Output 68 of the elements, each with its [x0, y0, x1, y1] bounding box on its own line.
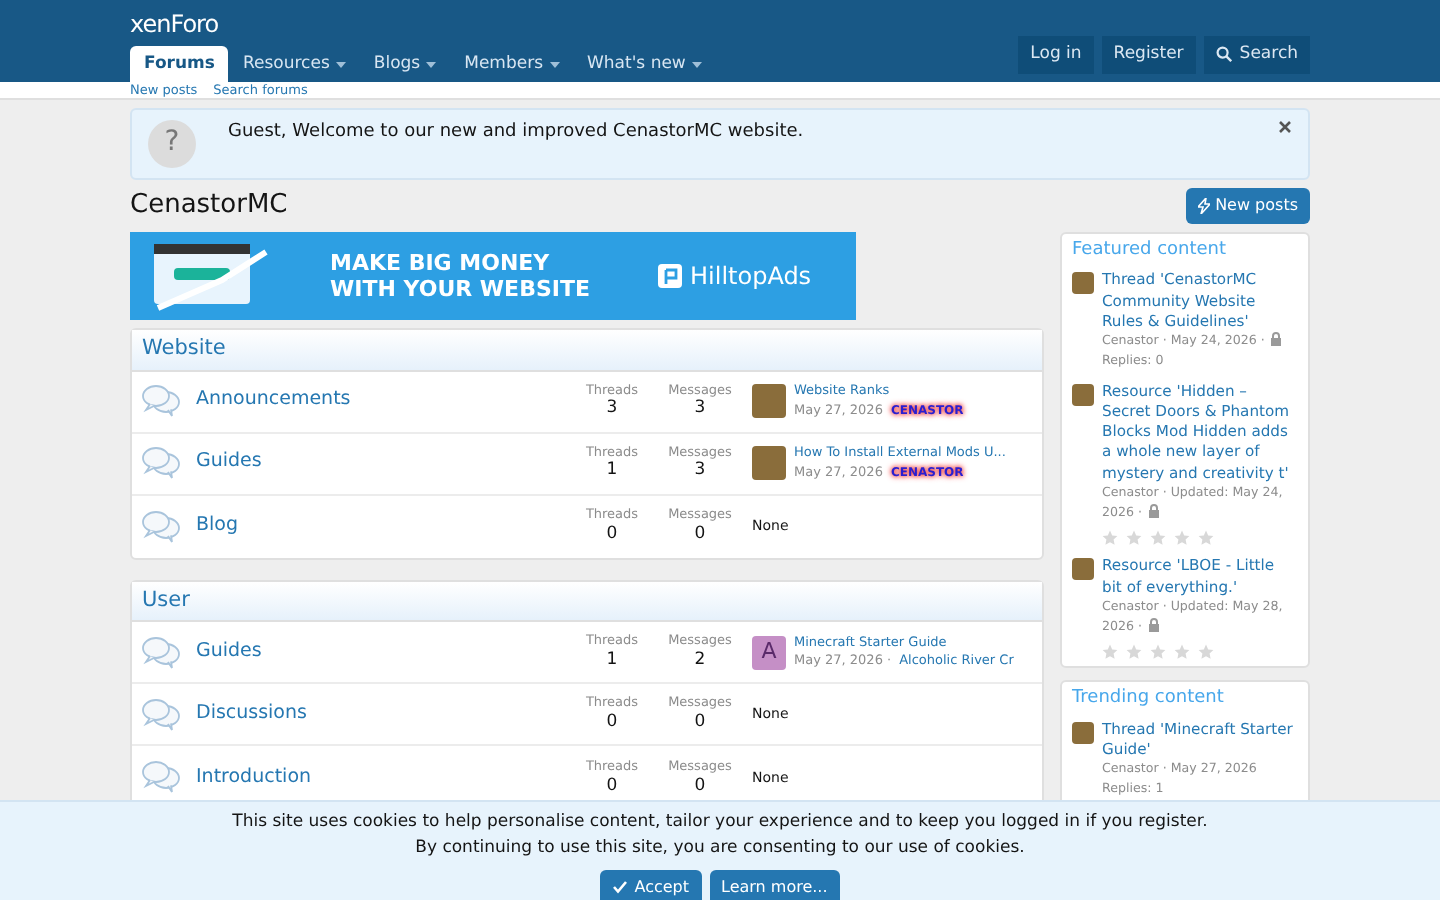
flag-icon — [658, 263, 682, 288]
stat-count: 3 — [604, 398, 620, 419]
page-title: CenastorMC — [130, 189, 288, 222]
star-icon — [1198, 644, 1214, 661]
check-icon — [612, 880, 629, 894]
forum-title[interactable]: Introduction — [196, 763, 560, 792]
sidebar-title: Featured content — [1070, 237, 1229, 264]
stat-count: 3 — [692, 398, 708, 419]
stat-count: 1 — [604, 650, 620, 671]
accept-button[interactable]: Accept — [600, 869, 701, 900]
stat-count: 0 — [692, 775, 708, 796]
star-icon — [1174, 530, 1190, 547]
notice-text: Guest, Welcome to our new and improved CenastorMC website. — [228, 119, 806, 146]
avatar-photo-placeholder[interactable] — [1072, 558, 1094, 581]
star-icon — [1150, 530, 1166, 547]
nav-tab[interactable]: Resources — [228, 46, 360, 82]
new-posts-button[interactable]: New posts — [1185, 187, 1310, 224]
cookie-text: This site uses cookies to help personalise content, tailor your experience and to keep you logged in if you register. — [230, 810, 1210, 836]
category-title[interactable]: Website — [132, 329, 1042, 371]
close-icon — [1278, 119, 1292, 134]
stat-count: 0 — [604, 523, 620, 544]
forum-title[interactable]: Guides — [196, 448, 560, 478]
chat-bubbles-icon — [142, 635, 180, 670]
bolt-icon — [1197, 197, 1210, 214]
stat-count: 1 — [604, 460, 620, 481]
nav-tab[interactable]: Forums — [130, 46, 229, 82]
avatar-photo-placeholder[interactable] — [1072, 272, 1094, 295]
star-icon — [1102, 644, 1118, 661]
account-link[interactable]: Register — [1101, 36, 1196, 74]
nav-tab[interactable]: Members — [450, 46, 574, 82]
stat-count: 0 — [604, 712, 620, 733]
avatar-photo-placeholder[interactable] — [1072, 383, 1094, 405]
ad-banner[interactable]: MAKE BIG MONEY WITH YOUR WEBSITE HilltopAds — [130, 231, 856, 320]
ad-brand-logo: HilltopAds — [658, 257, 812, 294]
ad-headline: MAKE BIG MONEY WITH YOUR WEBSITE — [330, 249, 592, 302]
forum-title[interactable]: Blog — [196, 511, 560, 541]
stat-count: 3 — [692, 460, 708, 481]
star-icon — [1150, 644, 1166, 661]
forum-title[interactable]: Announcements — [196, 386, 560, 416]
star-icon — [1174, 644, 1190, 661]
cookie-text: By continuing to use this site, you are consenting to our use of cookies. — [413, 835, 1027, 861]
chat-bubbles-icon — [142, 384, 180, 418]
sidebar-title: Trending content — [1070, 686, 1226, 713]
chat-bubbles-icon — [142, 446, 180, 480]
nav-tab[interactable]: Blogs — [359, 46, 451, 82]
site-logo[interactable]: xenForo — [130, 0, 1310, 36]
forum-title[interactable]: Discussions — [196, 700, 560, 729]
help-icon: ? — [148, 119, 196, 168]
star-icon — [1126, 530, 1142, 547]
avatar-icon[interactable]: A — [752, 635, 786, 670]
nav-tab[interactable]: What's new — [573, 46, 716, 82]
search-icon — [1215, 46, 1232, 63]
chat-bubbles-icon — [142, 697, 180, 732]
avatar-photo-placeholder[interactable] — [1072, 721, 1094, 744]
chat-bubbles-icon — [142, 760, 180, 795]
account-link[interactable]: Log in — [1018, 36, 1094, 74]
star-icon — [1126, 644, 1142, 661]
forum-title[interactable]: Guides — [196, 638, 560, 667]
star-icon — [1102, 530, 1118, 547]
stat-count: 0 — [692, 712, 708, 733]
stat-count: 2 — [692, 650, 708, 671]
stat-count: 0 — [692, 523, 708, 544]
learn-more-button[interactable]: Learn more... — [709, 869, 840, 900]
star-icon — [1198, 530, 1214, 547]
search-button[interactable]: Search — [1203, 36, 1310, 74]
stat-count: 0 — [604, 775, 620, 796]
chat-bubbles-icon — [142, 509, 180, 543]
category-title[interactable]: User — [132, 581, 1042, 623]
